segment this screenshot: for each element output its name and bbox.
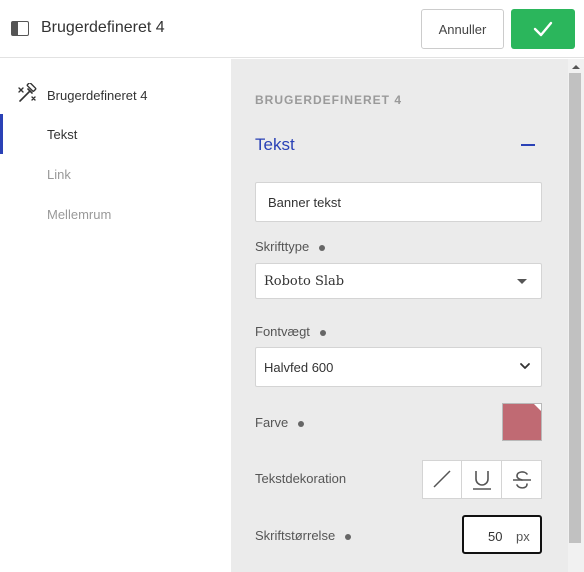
- settings-panel: BRUGERDEFINERET 4 Tekst Skrifttype Robot…: [231, 59, 568, 572]
- decoration-label: Tekstdekoration: [255, 471, 347, 486]
- weight-label: Fontvægt: [255, 324, 326, 339]
- sidebar-item-label: Tekst: [47, 127, 78, 142]
- sidebar-title: Brugerdefineret 4: [47, 88, 148, 103]
- check-icon: [533, 21, 553, 37]
- font-select[interactable]: Roboto Slab: [255, 263, 542, 299]
- info-dot-icon[interactable]: [319, 244, 326, 251]
- font-label: Skrifttype: [255, 239, 326, 254]
- font-size-value: 50: [488, 529, 503, 544]
- size-label: Skriftstørrelse: [255, 528, 352, 543]
- collapse-button[interactable]: [521, 144, 535, 146]
- section-title: BRUGERDEFINERET 4: [255, 93, 403, 107]
- weight-select[interactable]: Halvfed 600: [255, 347, 542, 387]
- info-dot-icon[interactable]: [345, 533, 352, 540]
- header-title: Brugerdefineret 4: [41, 19, 165, 36]
- decoration-none-button[interactable]: [423, 461, 463, 498]
- scroll-up-icon[interactable]: [572, 65, 580, 69]
- font-size-unit: px: [516, 529, 530, 544]
- font-size-input[interactable]: 50 px: [462, 515, 542, 554]
- cancel-button[interactable]: Annuller: [421, 9, 504, 49]
- sidebar-header: Brugerdefineret 4: [0, 82, 231, 108]
- sidebar-item-link[interactable]: Link: [0, 154, 231, 194]
- underline-icon: [473, 471, 492, 490]
- caret-down-icon: [517, 279, 527, 284]
- decoration-underline-button[interactable]: [462, 461, 502, 498]
- scroll-thumb[interactable]: [569, 73, 581, 543]
- wand-icon: [18, 83, 37, 102]
- none-icon: [433, 470, 451, 488]
- text-decoration-group: [422, 460, 542, 499]
- sidebar: Brugerdefineret 4 Tekst Link Mellemrum: [0, 59, 231, 572]
- weight-select-value: Halvfed 600: [264, 360, 334, 375]
- sidebar-item-label: Mellemrum: [47, 207, 112, 222]
- editor-header: Brugerdefineret 4 Annuller: [0, 0, 584, 58]
- info-dot-icon[interactable]: [298, 420, 305, 427]
- font-select-value: Roboto Slab: [264, 274, 345, 289]
- strikethrough-icon: [512, 471, 531, 489]
- color-label: Farve: [255, 415, 305, 430]
- info-dot-icon[interactable]: [319, 329, 326, 336]
- scrollbar[interactable]: [568, 59, 584, 572]
- color-swatch[interactable]: [502, 403, 542, 441]
- decoration-strikethrough-button[interactable]: [502, 461, 541, 498]
- panel-icon[interactable]: [11, 21, 29, 36]
- sidebar-item-tekst[interactable]: Tekst: [0, 114, 231, 154]
- banner-text-input[interactable]: [255, 182, 542, 222]
- group-title: Tekst: [255, 135, 295, 154]
- confirm-button[interactable]: [511, 9, 575, 49]
- sidebar-item-label: Link: [47, 167, 71, 182]
- sidebar-item-mellemrum[interactable]: Mellemrum: [0, 194, 231, 234]
- chevron-down-icon: [520, 363, 530, 369]
